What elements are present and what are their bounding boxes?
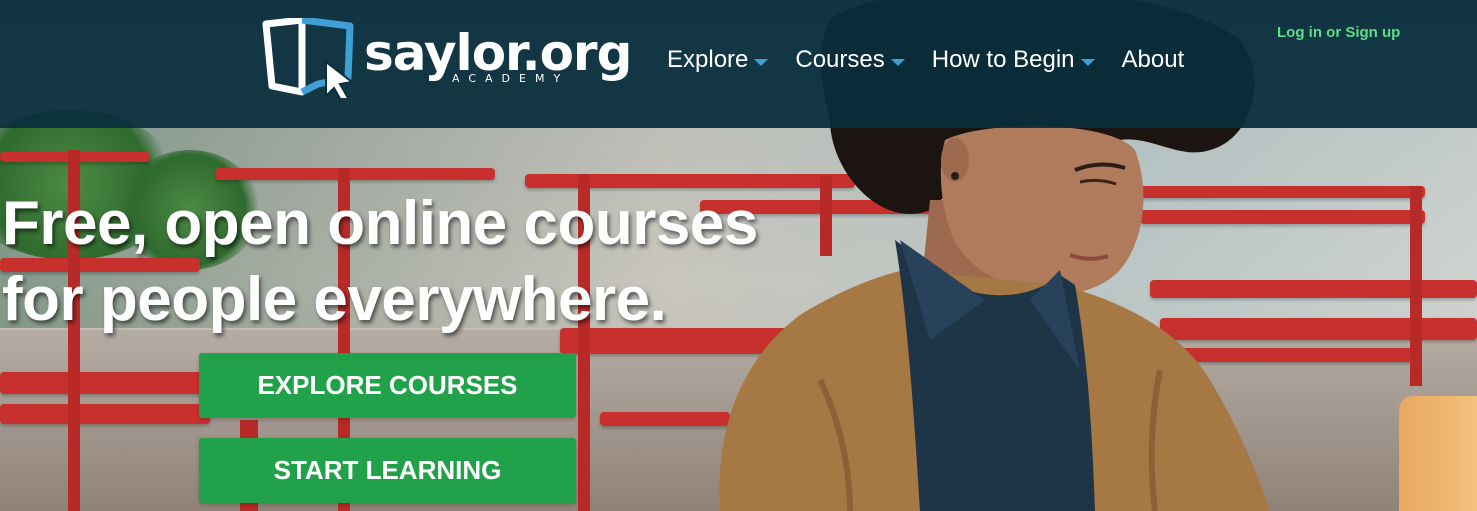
signup-link[interactable]: Sign up (1345, 24, 1400, 41)
hero-headline: Free, open online courses for people eve… (2, 186, 762, 338)
logo-subtitle: ACADEMY (452, 72, 570, 85)
nav-about[interactable]: About (1122, 46, 1185, 74)
auth-separator: or (1326, 24, 1346, 41)
hero-headline-line2: for people everywhere. (2, 265, 667, 334)
chevron-down-icon (754, 58, 769, 66)
site-header: saylor.org ACADEMY Explore Courses How t… (0, 0, 1477, 128)
explore-courses-button[interactable]: EXPLORE COURSES (199, 353, 576, 418)
nav-explore-label: Explore (667, 46, 749, 73)
main-nav: Explore Courses How to Begin About (667, 44, 1211, 76)
login-link[interactable]: Log in (1277, 24, 1322, 41)
nav-about-label: About (1121, 46, 1185, 73)
chevron-down-icon (890, 58, 905, 66)
hero-headline-line1: Free, open online courses (2, 189, 758, 258)
saylor-logo-icon (262, 18, 355, 98)
nav-how-to-begin[interactable]: How to Begin (932, 46, 1095, 74)
start-learning-button[interactable]: START LEARNING (199, 438, 576, 503)
chevron-down-icon (1080, 58, 1095, 66)
nav-courses[interactable]: Courses (795, 46, 905, 74)
site-logo[interactable]: saylor.org ACADEMY (262, 18, 632, 98)
auth-links: Log in or Sign up (1277, 24, 1400, 41)
nav-how-to-begin-label: How to Begin (931, 46, 1075, 73)
nav-explore[interactable]: Explore (667, 46, 769, 74)
nav-courses-label: Courses (795, 46, 885, 73)
laptop-screen (1399, 396, 1477, 511)
